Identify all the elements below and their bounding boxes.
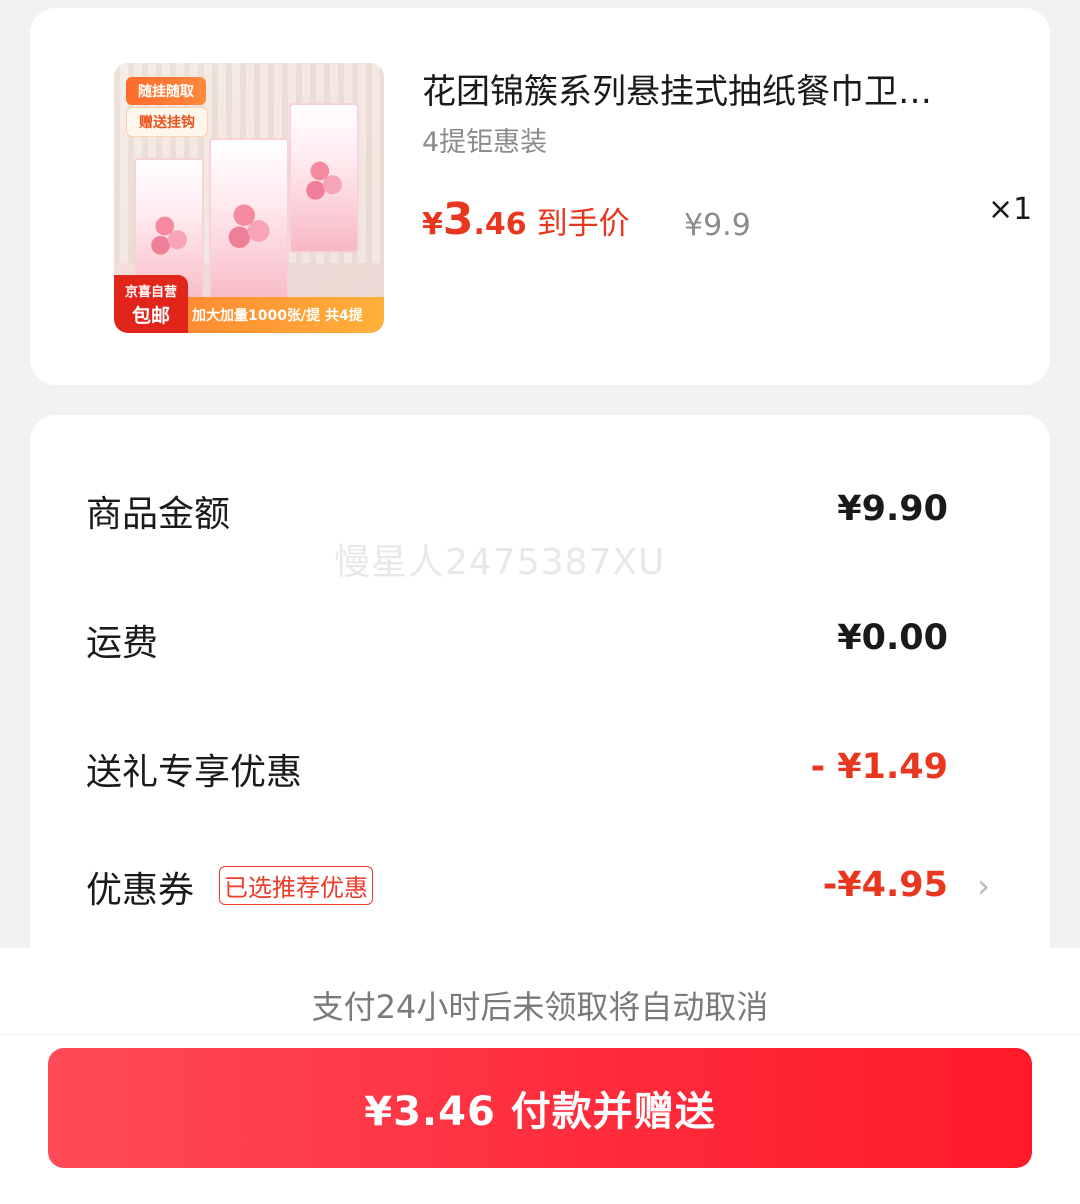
chevron-right-icon[interactable]: › <box>977 867 990 905</box>
coupon-recommended-tag: 已选推荐优惠 <box>219 866 373 905</box>
product-thumbnail[interactable]: 随挂随取 赠送挂钩 加大加量1000张/提 共4提 京喜自营 包邮 <box>114 63 384 333</box>
tissue-package-image <box>209 138 289 308</box>
coupon-value: -¥4.95 <box>822 865 948 905</box>
gift-discount-value: - ¥1.49 <box>810 747 948 787</box>
final-price: ¥3.46 到手价 <box>422 194 630 245</box>
summary-row-shipping: 运费 ¥0.00 <box>86 614 980 674</box>
tissue-package-image <box>289 103 359 253</box>
self-badge-line1: 京喜自营 <box>124 285 177 300</box>
thumbnail-bottom-text: 加大加量1000张/提 共4提 <box>192 308 363 324</box>
auto-cancel-notice: 支付24小时后未领取将自动取消 <box>311 988 769 1026</box>
price-label: 到手价 <box>536 206 630 242</box>
product-title[interactable]: 花团锦簇系列悬挂式抽纸餐巾卫… <box>422 70 1002 114</box>
coupon-label: 优惠券 <box>86 870 195 911</box>
original-price: ¥9.9 <box>684 208 751 243</box>
product-spec: 4提钜惠装 <box>422 127 548 158</box>
summary-row-coupon[interactable]: 优惠券 已选推荐优惠 -¥4.95 › <box>86 861 990 921</box>
summary-row-gift-discount: 送礼专享优惠 - ¥1.49 <box>86 743 980 803</box>
divider <box>0 1034 1080 1035</box>
watermark: 慢星人2475387XU <box>334 542 666 583</box>
quantity: ×1 <box>988 192 1033 227</box>
shipping-value: ¥0.00 <box>837 618 948 658</box>
self-operated-badge: 京喜自营 包邮 <box>114 275 188 333</box>
self-badge-line2: 包邮 <box>131 305 170 327</box>
thumbnail-tag: 随挂随取 <box>126 77 206 105</box>
gift-discount-label: 送礼专享优惠 <box>86 752 303 793</box>
goods-amount-label: 商品金额 <box>86 494 231 535</box>
thumbnail-tag: 赠送挂钩 <box>126 107 208 137</box>
product-card: 随挂随取 赠送挂钩 加大加量1000张/提 共4提 京喜自营 包邮 花团锦簇系列… <box>30 8 1050 385</box>
price-integer: 3 <box>442 194 474 245</box>
pay-and-gift-button[interactable]: ¥3.46 付款并赠送 <box>48 1048 1032 1168</box>
shipping-label: 运费 <box>86 623 159 664</box>
price-currency-symbol: ¥ <box>422 207 443 242</box>
price-decimal: .46 <box>473 207 527 242</box>
goods-amount-value: ¥9.90 <box>837 489 948 529</box>
